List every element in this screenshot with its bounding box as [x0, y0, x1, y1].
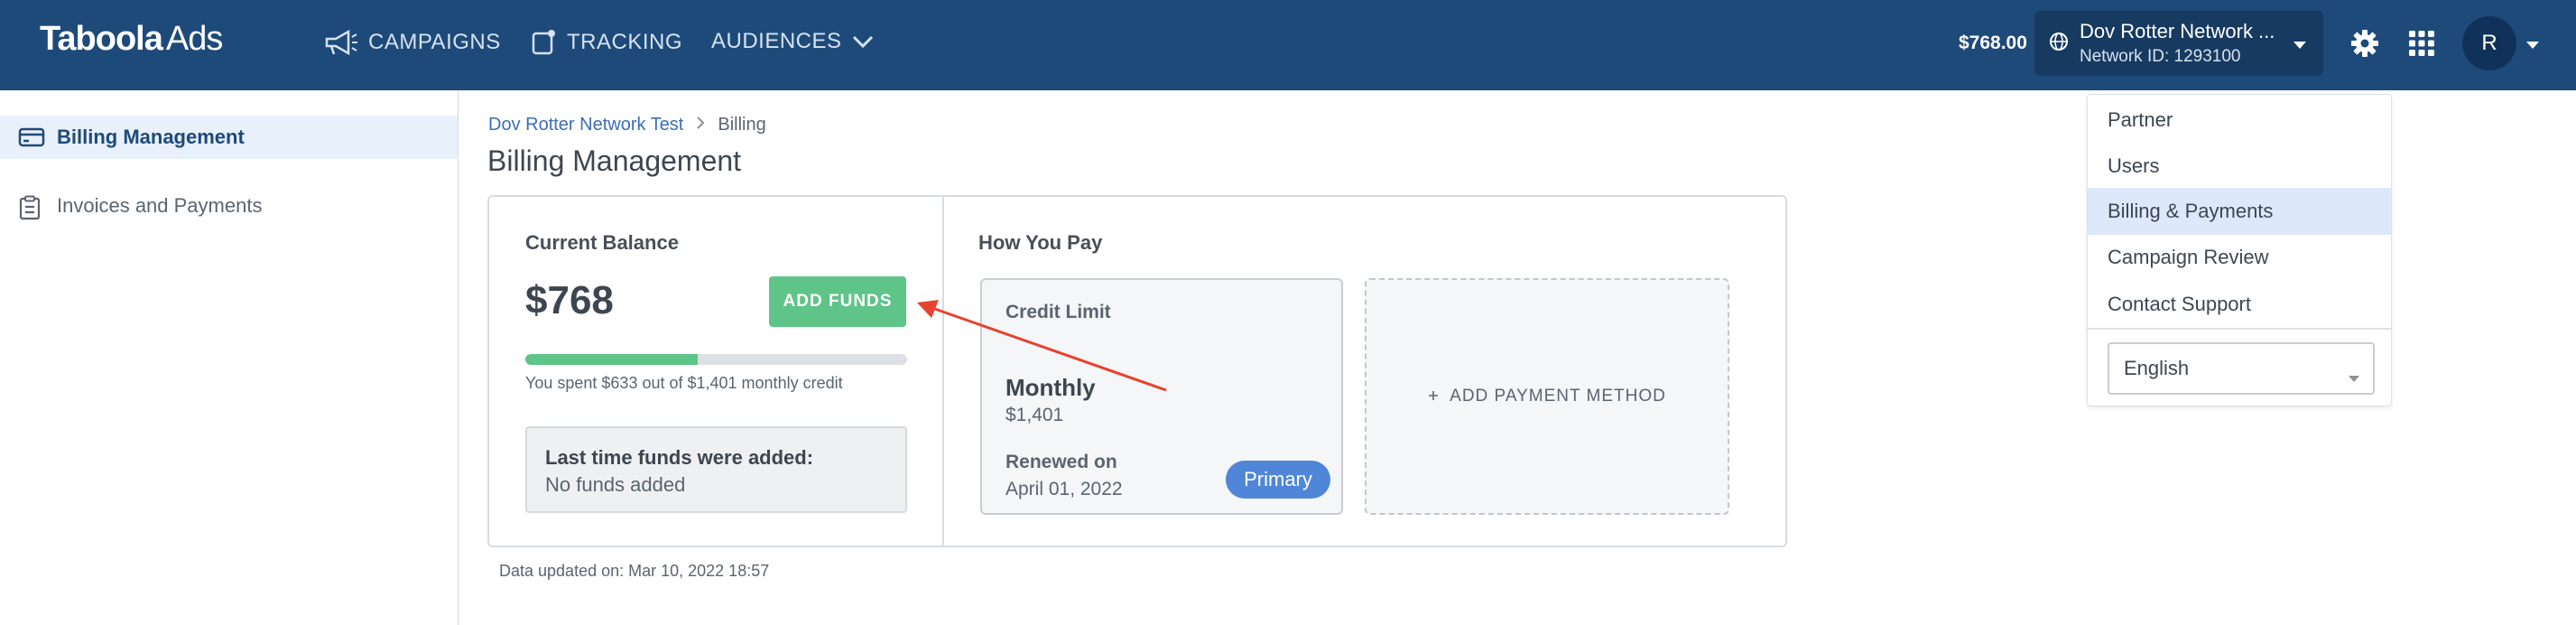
- account-balance: $768.00: [1959, 33, 2027, 53]
- menu-item-billing-payments[interactable]: Billing & Payments: [2088, 188, 2391, 235]
- credit-card-icon: [18, 126, 45, 153]
- language-select-value: English: [2124, 357, 2190, 379]
- current-balance-amount: $768: [525, 278, 614, 322]
- nav-tracking-label: TRACKING: [567, 30, 683, 54]
- megaphone-icon: [323, 29, 359, 56]
- sidebar: Billing Management Invoices and Payments: [0, 90, 459, 625]
- language-select[interactable]: English: [2108, 342, 2375, 395]
- nav-tracking[interactable]: TRACKING: [531, 29, 682, 56]
- sidebar-item-label: Billing Management: [57, 126, 245, 148]
- credit-usage-progress-fill: [525, 354, 699, 365]
- network-id: Network ID: 1293100: [2080, 47, 2241, 66]
- caret-down-icon: [2293, 38, 2307, 54]
- credit-spent-text: You spent $633 out of $1,401 monthly cre…: [525, 374, 843, 392]
- gear-icon[interactable]: [2350, 29, 2379, 62]
- caret-down-icon: [2348, 365, 2360, 388]
- tracking-icon: [531, 29, 558, 56]
- credit-limit-card[interactable]: Credit Limit Monthly $1,401 Renewed on A…: [980, 278, 1343, 515]
- renewed-on-label: Renewed on: [1005, 452, 1117, 472]
- sidebar-item-invoices-and-payments[interactable]: Invoices and Payments: [0, 184, 458, 228]
- apps-grid-icon[interactable]: [2408, 30, 2435, 61]
- user-dropdown-menu: Partner Users Billing & Payments Campaig…: [2087, 94, 2392, 406]
- nav-audiences[interactable]: AUDIENCES: [711, 29, 875, 54]
- add-payment-method-button[interactable]: ADD PAYMENT METHOD: [1365, 278, 1729, 515]
- nav-campaigns[interactable]: CAMPAIGNS: [323, 29, 501, 56]
- logo-sub-text: Ads: [165, 20, 223, 58]
- last-funds-added-box: Last time funds were added: No funds add…: [525, 426, 907, 513]
- top-navigation-bar: Taboola Ads CAMPAIGNS TRACKING AUDIENCES …: [0, 0, 2576, 90]
- add-funds-button[interactable]: ADD FUNDS: [769, 276, 906, 327]
- nav-campaigns-label: CAMPAIGNS: [368, 30, 501, 54]
- menu-item-users[interactable]: Users: [2088, 143, 2391, 190]
- renewed-on-value: April 01, 2022: [1005, 479, 1123, 499]
- clipboard-icon: [18, 195, 42, 225]
- breadcrumb: Dov Rotter Network Test Billing: [488, 115, 766, 135]
- credit-usage-progress-bar: [525, 354, 907, 365]
- network-name: Dov Rotter Network ...: [2080, 20, 2275, 42]
- taboola-ads-logo[interactable]: Taboola Ads: [40, 20, 223, 59]
- billing-overview-card: Current Balance $768 ADD FUNDS You spent…: [487, 195, 1787, 547]
- user-avatar[interactable]: R: [2462, 16, 2516, 70]
- monthly-value: $1,401: [1005, 405, 1064, 425]
- chevron-right-icon: [696, 115, 705, 135]
- nav-audiences-label: AUDIENCES: [711, 29, 842, 53]
- breadcrumb-parent-link[interactable]: Dov Rotter Network Test: [488, 115, 683, 135]
- monthly-label: Monthly: [1005, 374, 1096, 401]
- credit-limit-label: Credit Limit: [1005, 302, 1111, 322]
- breadcrumb-current: Billing: [718, 115, 766, 135]
- menu-divider: [2088, 328, 2391, 330]
- network-selector[interactable]: Dov Rotter Network ... Network ID: 12931…: [2034, 11, 2323, 76]
- plus-icon: [1428, 387, 1439, 406]
- card-divider: [942, 197, 944, 546]
- logo-main-text: Taboola: [40, 20, 163, 58]
- last-funds-value: No funds added: [545, 473, 686, 496]
- globe-icon: [2049, 32, 2069, 56]
- sidebar-item-billing-management[interactable]: Billing Management: [0, 116, 458, 159]
- add-payment-method-label: ADD PAYMENT METHOD: [1450, 387, 1666, 406]
- menu-item-contact-support[interactable]: Contact Support: [2088, 281, 2391, 328]
- how-you-pay-title: How You Pay: [978, 231, 1103, 254]
- chevron-down-icon: [851, 33, 875, 51]
- data-updated-timestamp: Data updated on: Mar 10, 2022 18:57: [499, 562, 770, 580]
- last-funds-title: Last time funds were added:: [545, 446, 814, 469]
- sidebar-item-label: Invoices and Payments: [57, 194, 263, 217]
- current-balance-title: Current Balance: [525, 231, 679, 254]
- caret-down-icon[interactable]: [2525, 38, 2540, 54]
- page-title: Billing Management: [487, 145, 742, 177]
- menu-item-campaign-review[interactable]: Campaign Review: [2088, 234, 2391, 281]
- menu-item-partner[interactable]: Partner: [2088, 97, 2391, 144]
- primary-badge: Primary: [1226, 461, 1330, 499]
